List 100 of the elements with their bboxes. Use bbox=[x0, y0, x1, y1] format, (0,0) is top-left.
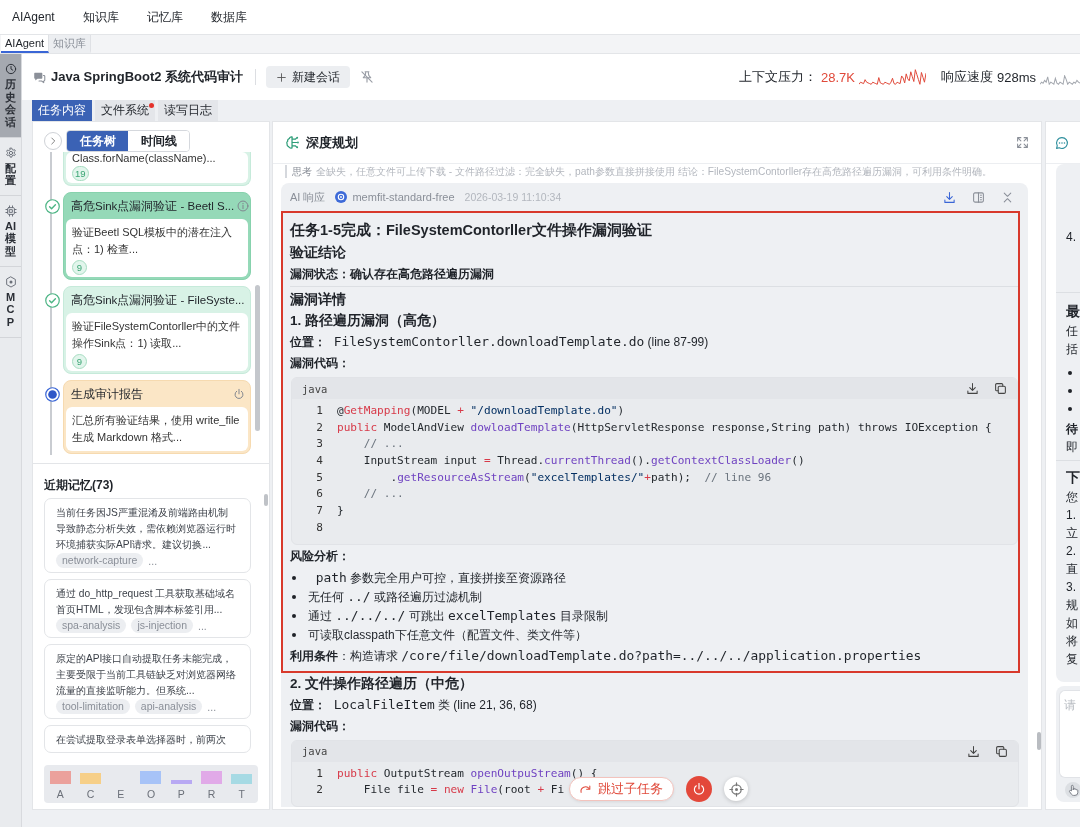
memory-text: 原定的API接口自动提取任务未能完成，主要受限于当前工具链缺乏对浏览器网络流量的直接监听能力。但系统... bbox=[56, 652, 236, 698]
sparkline bbox=[858, 69, 926, 85]
paragraph: 风险分析： bbox=[290, 547, 351, 565]
nav-menu-item[interactable]: AIAgent bbox=[12, 9, 55, 25]
brain-icon bbox=[285, 135, 300, 150]
paragraph: 位置： FileSystemContorller.downloadTemplate.do (line 87-99) bbox=[290, 333, 710, 351]
task-card[interactable]: 生成审计报告 汇总所有验证结果，使用 write_file 生成 Markdown 格式... bbox=[63, 380, 251, 454]
code-line: File file = new File(root + Fi bbox=[362, 782, 565, 799]
heading: 2. 文件操作路径遍历（中危） bbox=[290, 674, 474, 693]
metric-value: 928ms bbox=[996, 69, 1036, 85]
power-icon[interactable] bbox=[233, 388, 245, 400]
memory-tag: js-injection bbox=[131, 618, 193, 633]
page-tab[interactable]: AIAgent bbox=[1, 35, 50, 53]
chevron-right-icon bbox=[48, 136, 58, 146]
content-tab[interactable]: 文件系统 bbox=[95, 100, 155, 121]
crosshair-icon bbox=[728, 781, 744, 797]
nav-menu-item[interactable]: 记忆库 bbox=[146, 9, 183, 25]
view-tab[interactable]: 任务树 bbox=[67, 131, 128, 151]
model-name: memfit-standard-free bbox=[352, 191, 455, 203]
bullet-icon bbox=[292, 633, 296, 637]
code-line: public ModelAndView dowloadTemplate(HttpServletResponse response,String path) throws IOException { bbox=[337, 419, 992, 436]
task-card[interactable]: 高危Sink点漏洞验证 - FileSyste... 验证FileSystemContorller中的文件操作Sink点：1) 读取... 9 bbox=[63, 286, 251, 374]
chat-bubbles-icon bbox=[33, 70, 46, 84]
message-text: 3. bbox=[1066, 579, 1077, 596]
message-text: 括 bbox=[1066, 341, 1079, 358]
task-description: 验证Beetl SQL模板中的潜在注入点：1) 检查... bbox=[72, 225, 234, 257]
paragraph: 漏洞状态：确认存在高危路径遍历漏洞 bbox=[290, 266, 495, 283]
code-line: } bbox=[337, 503, 344, 520]
memory-card[interactable]: 通过 do_http_request 工具获取基础域名首页HTML，发现包含脚本标签引用... spa-analysis js-injection ... bbox=[44, 579, 251, 638]
content-tab[interactable]: 任务内容 bbox=[32, 100, 92, 121]
message-text: 立 bbox=[1066, 525, 1079, 542]
response-time: 2026-03-19 11:10:34 bbox=[464, 191, 562, 203]
memory-text: 在尝试提取登录表单选择器时，前两次 bbox=[56, 733, 227, 747]
metric-label: 上下文压力： bbox=[739, 68, 817, 86]
category-label: A bbox=[56, 787, 64, 802]
split-view-icon[interactable] bbox=[972, 190, 985, 204]
panel-title: 深度规划 bbox=[306, 133, 359, 152]
message-text: 4. bbox=[1066, 229, 1077, 246]
message-heading: 下 bbox=[1066, 468, 1080, 487]
thought-label: 思考 bbox=[292, 165, 312, 178]
task-card[interactable]: 高危Sink点漏洞验证 - Beetl S... 验证Beetl SQL模板中的潜在注入点：1) 检查... 9 bbox=[63, 192, 251, 280]
memory-title: 近期记忆(73) bbox=[44, 477, 115, 493]
count-badge: 9 bbox=[72, 260, 87, 275]
task-card[interactable]: Class.forName(className)... 19 bbox=[63, 152, 251, 186]
list-item-text: 通过 ../../../ 可跳出 excelTemplates 目录限制 bbox=[308, 607, 608, 625]
heading: 验证结论 bbox=[290, 243, 347, 262]
line-number: 2 bbox=[315, 419, 323, 436]
pin-off-icon[interactable] bbox=[360, 70, 375, 84]
content-tab[interactable]: 读写日志 bbox=[158, 100, 218, 121]
list-item-text: 可读取classpath下任意文件（配置文件、类文件等） bbox=[308, 626, 587, 644]
memory-card[interactable]: 当前任务因JS严重混淆及前端路由机制导致静态分析失效，需依赖浏览器运行时环境捕获实际API请求。建议切换... network-capture ... bbox=[44, 498, 251, 573]
message-text: 您 bbox=[1066, 489, 1079, 506]
heading: 漏洞详情 bbox=[290, 290, 347, 309]
memory-card[interactable]: 原定的API接口自动提取任务未能完成，主要受限于当前工具链缺乏对浏览器网络流量的直接监听能力。但系统... tool-limitation api-analysis ... bbox=[44, 644, 251, 719]
more-tags: ... bbox=[198, 619, 207, 632]
message-heading: 最 bbox=[1066, 302, 1080, 321]
sidebar-tab[interactable]: 历史会话 bbox=[0, 54, 21, 138]
gear-icon bbox=[4, 146, 17, 159]
bullet-icon bbox=[292, 614, 296, 618]
chip-icon bbox=[4, 204, 17, 217]
line-number: 3 bbox=[315, 436, 323, 453]
panel-toggle-button[interactable] bbox=[44, 132, 62, 150]
memory-tag: spa-analysis bbox=[56, 618, 127, 633]
message-text: 如 bbox=[1066, 615, 1079, 632]
message-input[interactable]: 请 bbox=[1059, 690, 1080, 778]
line-number: 4 bbox=[315, 453, 323, 470]
download-icon[interactable] bbox=[967, 744, 980, 758]
more-tags: ... bbox=[207, 700, 217, 713]
sidebar-tab[interactable]: MCP bbox=[0, 266, 21, 338]
info-icon[interactable] bbox=[237, 200, 250, 212]
new-session-button[interactable]: 新建会话 bbox=[266, 66, 351, 88]
plus-icon bbox=[276, 71, 288, 83]
code-line: .getResourceAsStream("excelTemplates/"+path); // line 96 bbox=[389, 469, 772, 486]
copy-icon[interactable] bbox=[994, 382, 1007, 395]
chat-icon bbox=[1055, 135, 1069, 150]
line-number: 8 bbox=[315, 519, 323, 536]
sidebar-tab[interactable]: AI模型 bbox=[0, 195, 21, 267]
memory-card[interactable]: 在尝试提取登录表单选择器时，前两次 bbox=[44, 725, 251, 753]
line-number: 1 bbox=[315, 765, 323, 782]
message-text: 复 bbox=[1066, 651, 1079, 668]
nav-menu-item[interactable]: 数据库 bbox=[210, 9, 247, 25]
download-icon[interactable] bbox=[966, 382, 979, 395]
category-label: E bbox=[117, 787, 125, 802]
line-number: 1 bbox=[315, 403, 323, 419]
copy-icon[interactable] bbox=[995, 744, 1008, 758]
sidebar-tab[interactable]: 配置 bbox=[0, 137, 21, 196]
hand-icon[interactable] bbox=[1065, 782, 1080, 798]
memory-tag: network-capture bbox=[56, 553, 144, 568]
category-label: T bbox=[238, 787, 246, 802]
metric-value: 28.7K bbox=[821, 69, 855, 85]
memory-tag: api-analysis bbox=[134, 699, 203, 714]
fullscreen-icon[interactable] bbox=[1016, 136, 1029, 149]
line-number: 2 bbox=[315, 782, 323, 799]
download-icon[interactable] bbox=[943, 190, 956, 204]
message-text: 即 bbox=[1066, 439, 1079, 456]
skip-subtask-button[interactable]: 跳过子任务 bbox=[569, 777, 674, 801]
power-icon bbox=[692, 782, 706, 796]
collapse-icon[interactable] bbox=[1001, 190, 1014, 204]
message-text: 将 bbox=[1066, 633, 1079, 650]
nav-menu-item[interactable]: 知识库 bbox=[82, 9, 119, 25]
